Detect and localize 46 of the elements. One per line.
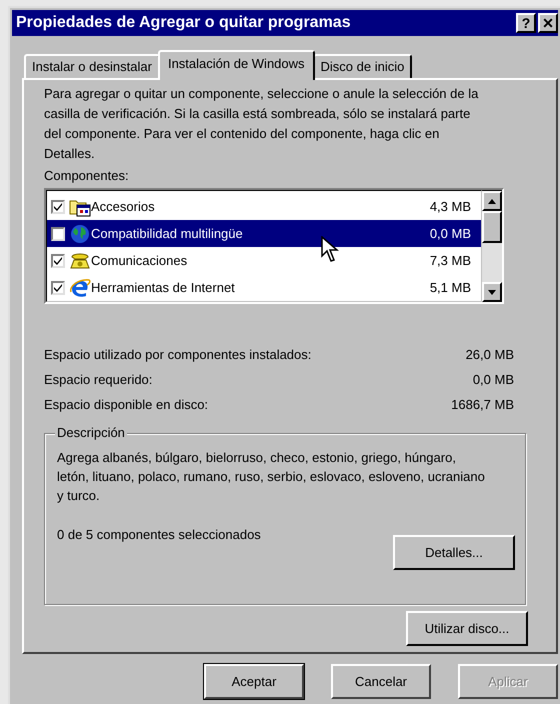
scroll-down-button[interactable] (482, 282, 502, 302)
browser-icon (69, 278, 91, 298)
checkbox[interactable] (51, 226, 65, 240)
checkmark-icon (54, 256, 62, 264)
selection-count: 0 de 5 componentes seleccionados (57, 526, 262, 544)
checkbox[interactable] (51, 280, 65, 294)
use-disk-button[interactable]: Utilizar disco... (406, 611, 528, 646)
telephone-icon (69, 250, 91, 270)
help-button[interactable]: ? (516, 13, 536, 33)
component-size: 0,0 MB (430, 224, 471, 243)
component-name: Herramientas de Internet (91, 278, 235, 297)
component-name: Compatibilidad multilingüe (91, 224, 243, 243)
dialog-button[interactable]: Cancelar (331, 664, 431, 699)
close-button[interactable]: × (538, 13, 558, 33)
window-title: Propiedades de Agregar o quitar programas (16, 13, 352, 33)
up-arrow-icon (488, 198, 496, 204)
scrollbar[interactable] (482, 190, 502, 302)
checkmark-icon (54, 202, 62, 210)
component-size: 4,3 MB (430, 198, 471, 216)
stat-value: 26,0 MB (466, 346, 514, 364)
down-arrow-icon (488, 290, 496, 294)
details-button[interactable]: Detalles... (393, 535, 515, 570)
scroll-thumb[interactable] (482, 211, 502, 243)
tab[interactable]: Disco de inicio (312, 54, 412, 78)
description-text: Agrega albanés, búlgaro, bielorruso, checo, estonio, griego, húngaro, letón, lituano, polaco, rumano, ruso, serbio, eslovaco, esloveno, ucraniano y turco. (57, 449, 486, 505)
checkbox[interactable] (51, 254, 65, 268)
scroll-up-button[interactable] (482, 191, 502, 211)
stat-label: Espacio requerido: (44, 371, 152, 389)
component-size: 5,1 MB (430, 278, 471, 297)
globe-icon (69, 224, 91, 244)
components-label: Componentes: (44, 167, 130, 185)
stat-value: 1686,7 MB (451, 396, 514, 414)
tab[interactable]: Instalación de Windows (158, 50, 315, 80)
component-name: Accesorios (91, 198, 155, 216)
component-name: Comunicaciones (91, 252, 188, 270)
stat-label: Espacio utilizado por componentes instalados: (44, 346, 312, 364)
stat-label: Espacio disponible en disco: (44, 396, 208, 414)
checkbox[interactable] (51, 200, 65, 214)
pointer-icon (321, 236, 341, 264)
tab[interactable]: Instalar o desinstalar (24, 54, 160, 78)
stat-value: 0,0 MB (472, 371, 514, 389)
dialog-button[interactable]: Aceptar (204, 664, 304, 699)
component-row[interactable]: Compatibilidad multilingüe 0,0 MB (47, 220, 481, 247)
checkmark-icon (54, 284, 62, 292)
instruction-text: Para agregar o quitar un componente, seleccione o anule la selección de la casilla de verificación. Si la casilla está sombreada, sólo se instalará parte del componente. Para ver el contenido del componente, haga clic en Detalles. (44, 85, 480, 163)
component-size: 7,3 MB (430, 252, 471, 270)
